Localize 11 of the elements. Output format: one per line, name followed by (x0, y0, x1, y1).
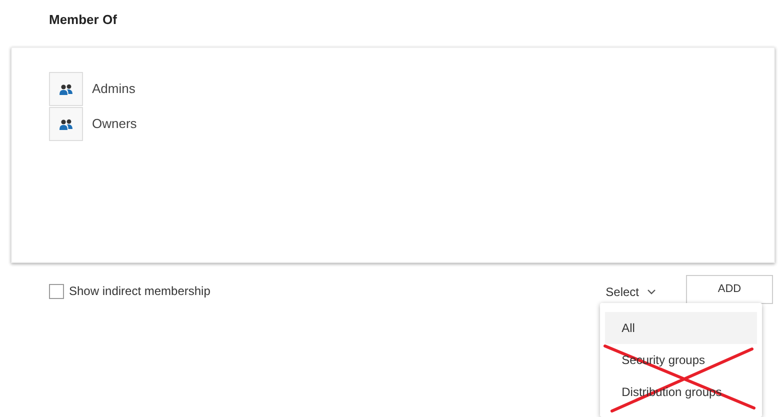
chevron-down-icon (647, 289, 656, 295)
add-button[interactable]: ADD (686, 275, 773, 304)
section-title: Member Of (49, 12, 117, 27)
group-name[interactable]: Owners (92, 114, 137, 134)
checkbox[interactable] (49, 284, 64, 298)
checkbox-label: Show indirect membership (69, 283, 210, 300)
people-icon (59, 84, 73, 94)
filter-dropdown[interactable]: Select (606, 283, 656, 301)
menu-item[interactable]: All (604, 312, 757, 344)
group-name[interactable]: Admins (92, 79, 136, 99)
people-icon (59, 118, 73, 130)
